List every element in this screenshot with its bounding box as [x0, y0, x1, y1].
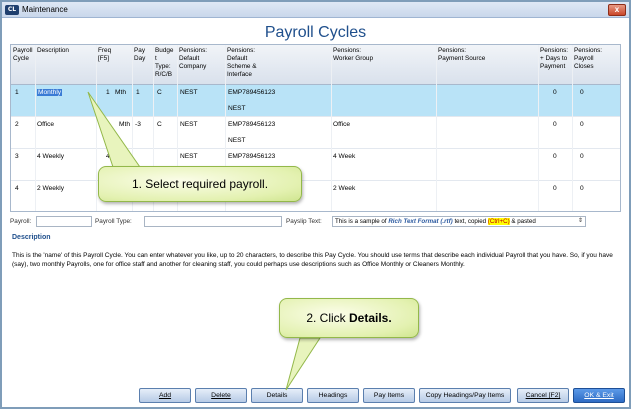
callout-step1-text: 1. Select required payroll. [131, 177, 269, 191]
callout-tails [87, 91, 321, 391]
callout-tail-step1 [87, 91, 143, 171]
callout-step2-prefix: 2. Click [306, 311, 349, 325]
callout-step1: 1. Select required payroll. [98, 166, 302, 202]
callout-step2: 2. Click Details. [279, 298, 419, 338]
callout-step2-bold: Details. [349, 311, 392, 325]
maintenance-window: CL Maintenance x Payroll Cycles Payroll … [0, 0, 631, 409]
callout-tail-step2 [285, 337, 321, 391]
